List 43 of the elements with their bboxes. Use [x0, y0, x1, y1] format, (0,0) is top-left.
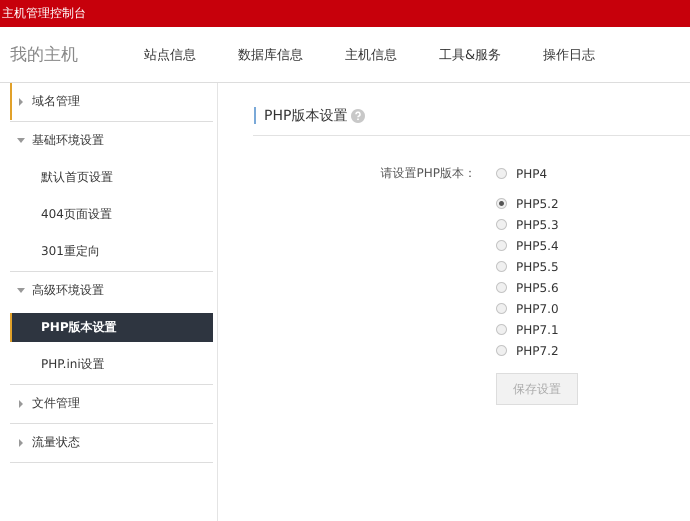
radio-button[interactable] — [496, 282, 507, 293]
nav-tab[interactable]: 主机信息 — [345, 42, 397, 68]
option-label: PHP7.0 — [516, 302, 559, 316]
caret-right-icon — [19, 98, 23, 106]
nav-tab[interactable]: 操作日志 — [543, 42, 596, 68]
option-label: PHP5.2 — [516, 196, 559, 210]
sidebar-group[interactable]: 高级环境设置 — [10, 272, 213, 309]
console-title: 主机管理控制台 — [2, 5, 86, 22]
sidebar-item[interactable]: 默认首页设置 — [10, 159, 213, 196]
nav-tab[interactable]: 数据库信息 — [238, 42, 303, 68]
radio-button[interactable] — [496, 324, 507, 335]
option-label: PHP5.5 — [516, 260, 559, 274]
nav-tab[interactable]: 工具&服务 — [439, 42, 502, 68]
caret-right-icon — [19, 438, 23, 446]
radio-button[interactable] — [496, 240, 507, 251]
sidebar-item[interactable]: PHP.ini设置 — [10, 346, 213, 383]
radio-button[interactable] — [496, 168, 507, 179]
option-label: PHP5.6 — [516, 280, 559, 294]
sidebar-item[interactable]: 404页面设置 — [10, 196, 213, 233]
option-label: PHP5.3 — [516, 218, 559, 232]
option-label: PHP4 — [516, 166, 548, 180]
sidebar-item[interactable]: 301重定向 — [10, 233, 213, 270]
sidebar-group[interactable]: 域名管理 — [10, 83, 213, 120]
option-label: PHP7.2 — [516, 344, 559, 358]
sidebar-item[interactable]: PHP版本设置 — [10, 313, 213, 342]
option-label: PHP7.1 — [516, 322, 559, 336]
caret-down-icon — [17, 138, 25, 143]
help-icon[interactable] — [351, 108, 366, 122]
sidebar-group[interactable]: 基础环境设置 — [10, 122, 213, 159]
sidebar-group[interactable]: 流量状态 — [10, 424, 213, 461]
radio-button[interactable] — [496, 198, 507, 209]
nav-tab[interactable]: 站点信息 — [144, 42, 196, 68]
form-label: 请设置PHP版本： — [380, 165, 477, 182]
radio-button[interactable] — [496, 261, 507, 272]
sidebar-group[interactable]: 文件管理 — [10, 385, 213, 422]
radio-button[interactable] — [496, 303, 507, 314]
radio-button[interactable] — [496, 219, 507, 230]
option-label: PHP5.4 — [516, 238, 559, 252]
radio-button[interactable] — [496, 345, 507, 356]
page-title: PHP版本设置 — [264, 106, 348, 124]
brand-title: 我的主机 — [10, 44, 79, 66]
caret-right-icon — [19, 400, 23, 408]
caret-down-icon — [17, 288, 25, 293]
